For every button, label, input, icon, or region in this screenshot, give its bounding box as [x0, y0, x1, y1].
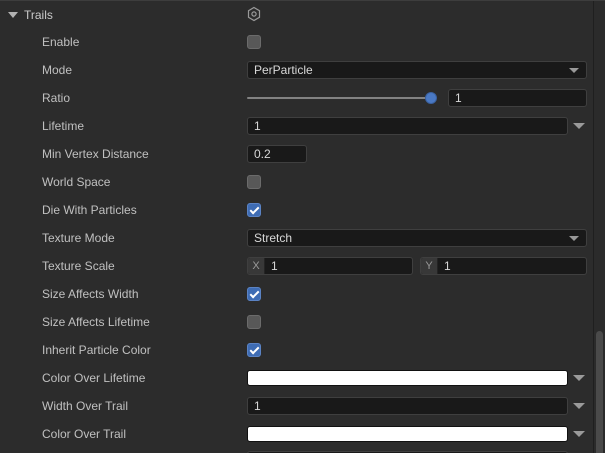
- field-label: Lifetime: [0, 119, 247, 133]
- texture-scale-x-field[interactable]: X 1: [247, 257, 413, 275]
- min-vertex-distance-field[interactable]: 0.2: [247, 145, 307, 163]
- field-label: Ratio: [0, 91, 247, 105]
- inherit-particle-color-checkbox[interactable]: [247, 343, 261, 357]
- die-with-particles-checkbox[interactable]: [247, 203, 261, 217]
- field-value: 1: [455, 91, 462, 105]
- texture-scale-y-field[interactable]: Y 1: [420, 257, 587, 275]
- field-value: 1: [254, 119, 261, 133]
- slider-handle[interactable]: [425, 92, 437, 104]
- module-title: Trails: [24, 8, 53, 22]
- field-label: Width Over Trail: [0, 399, 247, 413]
- module-header[interactable]: Trails: [0, 1, 605, 28]
- chevron-down-icon: [569, 236, 579, 241]
- row-ratio: Ratio 1: [0, 84, 605, 112]
- ratio-slider[interactable]: [247, 97, 437, 99]
- dropdown-value: PerParticle: [254, 63, 313, 77]
- field-label: Texture Scale: [0, 259, 247, 273]
- curve-mode-dropdown-icon[interactable]: [573, 123, 585, 129]
- chevron-down-icon: [569, 68, 579, 73]
- field-label: Die With Particles: [0, 203, 247, 217]
- row-world-space: World Space: [0, 168, 605, 196]
- ratio-value-field[interactable]: 1: [448, 89, 587, 107]
- row-lifetime: Lifetime 1: [0, 112, 605, 140]
- field-label: Color Over Trail: [0, 427, 247, 441]
- row-enable: Enable: [0, 28, 605, 56]
- texture-mode-dropdown[interactable]: Stretch: [247, 229, 587, 247]
- field-label: World Space: [0, 175, 247, 189]
- size-affects-lifetime-checkbox[interactable]: [247, 315, 261, 329]
- row-die-with-particles: Die With Particles: [0, 196, 605, 224]
- row-width-over-trail: Width Over Trail 1: [0, 392, 605, 420]
- row-inherit-particle-color: Inherit Particle Color: [0, 336, 605, 364]
- row-size-affects-width: Size Affects Width: [0, 280, 605, 308]
- row-texture-mode: Texture Mode Stretch: [0, 224, 605, 252]
- foldout-expanded-icon[interactable]: [8, 12, 18, 18]
- field-value: 0.2: [254, 147, 271, 161]
- field-value: 1: [438, 259, 457, 273]
- trails-module-panel: Trails Enable Mode PerParticle Ratio: [0, 0, 605, 453]
- enable-checkbox[interactable]: [247, 35, 261, 49]
- field-value: 1: [265, 259, 284, 273]
- gradient-mode-dropdown-icon[interactable]: [573, 375, 585, 381]
- gradient-mode-dropdown-icon[interactable]: [573, 431, 585, 437]
- row-mode: Mode PerParticle: [0, 56, 605, 84]
- vertical-scrollbar-thumb[interactable]: [596, 331, 603, 453]
- row-size-affects-lifetime: Size Affects Lifetime: [0, 308, 605, 336]
- field-label: Enable: [0, 35, 247, 49]
- color-over-lifetime-gradient-field[interactable]: [247, 370, 568, 386]
- field-value: 1: [254, 399, 261, 413]
- row-color-over-trail: Color Over Trail: [0, 420, 605, 448]
- field-label: Size Affects Lifetime: [0, 315, 247, 329]
- field-label: Min Vertex Distance: [0, 147, 247, 161]
- field-label: Size Affects Width: [0, 287, 247, 301]
- field-label: Texture Mode: [0, 231, 247, 245]
- axis-y-label: Y: [421, 258, 438, 274]
- preset-gear-icon[interactable]: [246, 6, 262, 22]
- size-affects-width-checkbox[interactable]: [247, 287, 261, 301]
- row-texture-scale: Texture Scale X 1 Y 1: [0, 252, 605, 280]
- row-min-vertex-distance: Min Vertex Distance 0.2: [0, 140, 605, 168]
- dropdown-value: Stretch: [254, 231, 292, 245]
- curve-mode-dropdown-icon[interactable]: [573, 403, 585, 409]
- field-label: Color Over Lifetime: [0, 371, 247, 385]
- axis-x-label: X: [248, 258, 265, 274]
- world-space-checkbox[interactable]: [247, 175, 261, 189]
- width-over-trail-curve-field[interactable]: 1: [247, 397, 568, 415]
- row-color-over-lifetime: Color Over Lifetime: [0, 364, 605, 392]
- mode-dropdown[interactable]: PerParticle: [247, 61, 587, 79]
- field-label: Mode: [0, 63, 247, 77]
- field-label: Inherit Particle Color: [0, 343, 247, 357]
- lifetime-curve-field[interactable]: 1: [247, 117, 568, 135]
- color-over-trail-gradient-field[interactable]: [247, 426, 568, 442]
